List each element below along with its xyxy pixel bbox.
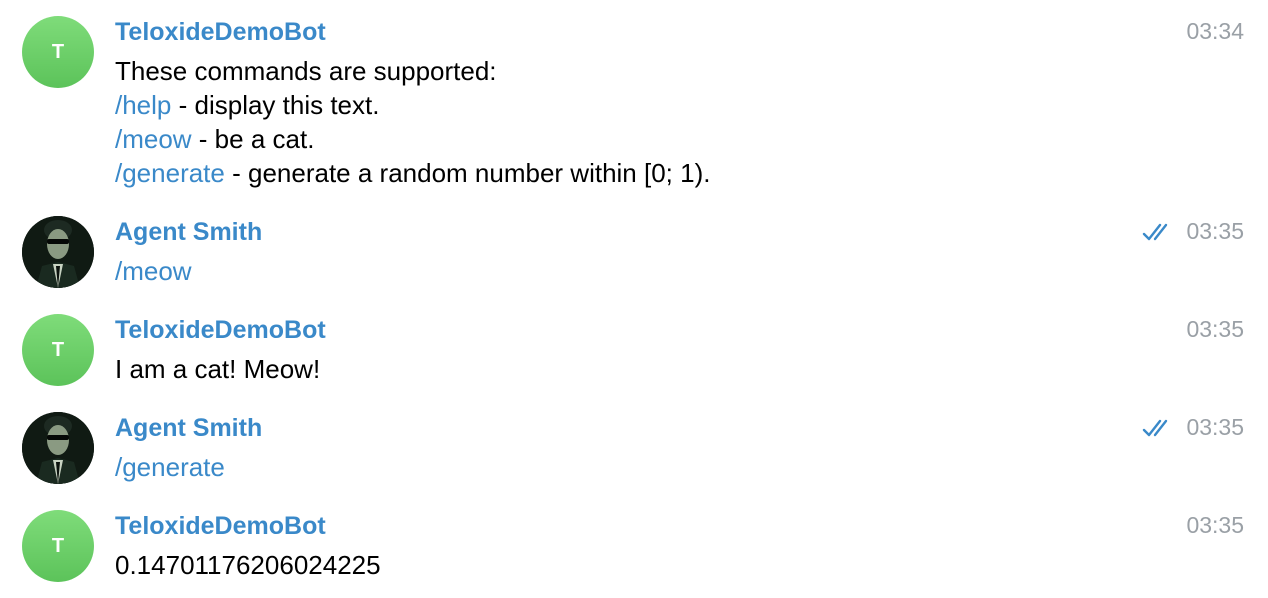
double-check-read-icon [1142, 223, 1168, 241]
bot-avatar[interactable]: T [22, 314, 94, 386]
user-avatar[interactable] [22, 412, 94, 484]
line-text: 0.14701176206024225 [115, 550, 381, 580]
message-time: 03:34 [1186, 18, 1244, 44]
sender-name[interactable]: TeloxideDemoBot [115, 314, 326, 346]
message-time: 03:35 [1186, 218, 1244, 244]
avatar-letter: T [51, 338, 65, 361]
avatar-letter: T [51, 534, 65, 557]
message-text: 0.14701176206024225 [115, 548, 381, 582]
message-bot-number: T TeloxideDemoBot 03:35 0.14701176206024… [0, 494, 1268, 598]
message-line: /help - display this text. [115, 88, 710, 122]
message-time: 03:35 [1186, 316, 1244, 342]
agent-smith-portrait-icon [22, 412, 94, 484]
command-link-generate[interactable]: /generate [115, 452, 225, 482]
message-time: 03:35 [1186, 512, 1244, 538]
message-line: 0.14701176206024225 [115, 548, 381, 582]
message-bot-help: T TeloxideDemoBot 03:34 These commands a… [0, 0, 1268, 200]
double-check-read-icon [1142, 419, 1168, 437]
message-text: I am a cat! Meow! [115, 352, 320, 386]
agent-smith-portrait-icon [22, 216, 94, 288]
message-time: 03:35 [1186, 414, 1244, 440]
sender-name[interactable]: TeloxideDemoBot [115, 16, 326, 48]
line-text: These commands are supported: [115, 56, 497, 86]
command-link-meow[interactable]: /meow [115, 124, 192, 154]
line-text: - generate a random number within [0; 1)… [224, 158, 711, 188]
line-text: I am a cat! Meow! [115, 354, 321, 384]
sender-name[interactable]: Agent Smith [115, 412, 262, 444]
message-line: I am a cat! Meow! [115, 352, 320, 386]
sender-name[interactable]: Agent Smith [115, 216, 262, 248]
message-line: /meow [115, 254, 192, 288]
message-line: These commands are supported: [115, 54, 710, 88]
message-line: /meow - be a cat. [115, 122, 710, 156]
message-user-meow: Agent Smith 03:35 /meow [0, 200, 1268, 300]
avatar-letter: T [51, 40, 65, 63]
message-text: /generate [115, 450, 225, 484]
message-text: /meow [115, 254, 192, 288]
command-link-generate[interactable]: /generate [115, 158, 225, 188]
command-link-meow[interactable]: /meow [115, 256, 192, 286]
user-avatar[interactable] [22, 216, 94, 288]
message-bot-meow: T TeloxideDemoBot 03:35 I am a cat! Meow… [0, 298, 1268, 398]
command-link-help[interactable]: /help [115, 90, 171, 120]
line-text: - display this text. [171, 90, 380, 120]
line-text: - be a cat. [191, 124, 315, 154]
bot-avatar[interactable]: T [22, 16, 94, 88]
bot-avatar[interactable]: T [22, 510, 94, 582]
message-text: These commands are supported: /help - di… [115, 54, 710, 190]
message-line: /generate - generate a random number wit… [115, 156, 710, 190]
sender-name[interactable]: TeloxideDemoBot [115, 510, 326, 542]
message-user-generate: Agent Smith 03:35 /generate [0, 396, 1268, 496]
message-line: /generate [115, 450, 225, 484]
